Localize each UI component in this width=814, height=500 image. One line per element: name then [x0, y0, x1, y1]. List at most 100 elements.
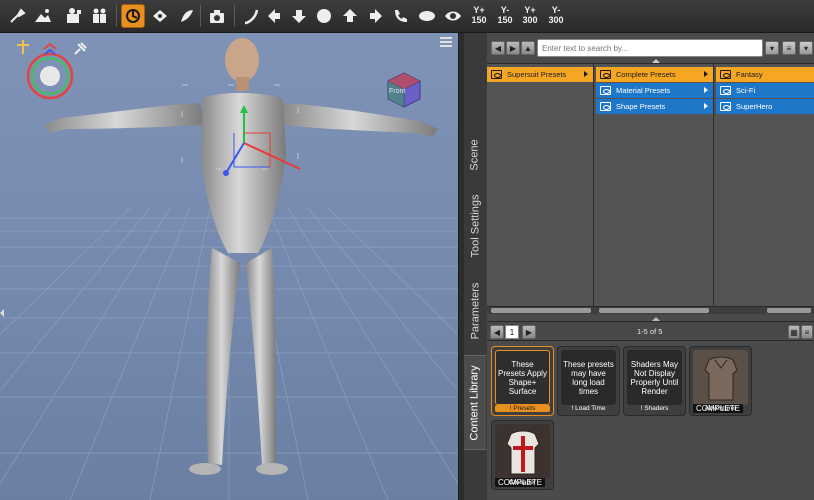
folder-icon [600, 86, 611, 95]
arrow-down-icon[interactable] [287, 4, 311, 28]
options-button[interactable]: ▾ [799, 41, 813, 55]
surface-selection-icon[interactable] [62, 4, 86, 28]
content-pane: Scene Tool Settings Parameters Content L… [464, 33, 814, 500]
joint-editor-icon[interactable] [148, 4, 172, 28]
category-item-label: Material Presets [616, 86, 671, 95]
search-input[interactable] [537, 39, 763, 57]
category-item[interactable]: Fantasy [716, 67, 814, 82]
tab-tool-settings[interactable]: Tool Settings [464, 191, 486, 261]
list-view-icon[interactable]: ≡ [801, 325, 813, 339]
viewport-menu-icon[interactable] [440, 37, 452, 47]
y-plus-150-button[interactable]: Y+ 150 [467, 5, 491, 25]
search-bar: ◀ ▶ ▲ ▾ ≡ ▾ [487, 39, 814, 59]
crusader-preview [495, 424, 550, 479]
arrow-left-icon[interactable] [262, 4, 286, 28]
thumbnail-item[interactable]: These Presets Apply Shape+ Surface ! Pre… [491, 346, 554, 416]
figure-group-icon[interactable] [87, 4, 111, 28]
category-item-label: Sci-Fi [736, 86, 756, 95]
thumbnail-text: These Presets Apply Shape+ Surface [495, 350, 550, 405]
back-button[interactable]: ◀ [491, 41, 505, 55]
category-item[interactable]: Sci-Fi [716, 83, 814, 98]
browser-scrollbar[interactable] [487, 306, 814, 314]
thumbnail-grid: These Presets Apply Shape+ Surface ! Pre… [487, 342, 814, 500]
ellipse-icon[interactable] [415, 4, 439, 28]
tab-parameters-label: Parameters [469, 282, 482, 340]
y-minus-150-label: Y- 150 [497, 5, 513, 25]
category-column-2: Complete Presets Material Presets Shape … [596, 64, 714, 306]
category-item-label: Fantasy [736, 70, 763, 79]
thumbnail-text: Shaders May Not Display Properly Until R… [627, 350, 682, 405]
y-minus-300-button[interactable]: Y- 300 [544, 5, 568, 25]
chevron-right-icon [704, 71, 708, 77]
arrow-up-icon[interactable] [338, 4, 362, 28]
thumbnail-size-icon[interactable]: ▦ [788, 325, 800, 339]
chevron-right-icon [704, 103, 708, 109]
page-number[interactable]: 1 [505, 325, 519, 339]
transform-icon[interactable] [14, 38, 32, 56]
arrow-right-icon[interactable] [364, 4, 388, 28]
search-dropdown-button[interactable]: ▾ [765, 41, 779, 55]
category-item[interactable]: Complete Presets [596, 67, 713, 82]
active-pose-icon[interactable] [121, 4, 145, 28]
thumbnail-label: Crusader [509, 479, 536, 486]
tab-scene-label: Scene [469, 139, 482, 171]
view-mode-button[interactable]: ≡ [782, 41, 796, 55]
circle-icon[interactable] [312, 4, 336, 28]
category-column-1: Supersuit Presets [487, 64, 594, 306]
folder-icon [600, 70, 611, 79]
pin-icon[interactable] [71, 40, 89, 58]
category-column-3: Fantasy Sci-Fi SuperHero [716, 64, 814, 306]
thumbnail-item[interactable]: COMPLETE Adventurer [689, 346, 752, 416]
up-button[interactable]: ▲ [521, 41, 535, 55]
category-item-label: Supersuit Presets [507, 70, 567, 79]
curve-icon[interactable] [239, 4, 263, 28]
universal-tool-icon[interactable] [6, 4, 30, 28]
render-camera-icon[interactable] [205, 4, 229, 28]
category-item[interactable]: Material Presets [596, 83, 713, 98]
chevron-right-icon [584, 71, 588, 77]
thumbnail-label: ! Shaders [640, 405, 669, 412]
thumbnail-item[interactable]: COMPLETE Crusader [491, 420, 554, 490]
folder-icon [491, 70, 502, 79]
y-plus-150-label: Y+ 150 [471, 5, 487, 25]
y-minus-150-button[interactable]: Y- 150 [493, 5, 517, 25]
pager-bar: ◀ 1 ▶ 1-5 of 5 ▦ ≡ [487, 317, 814, 341]
content-library-panel: ◀ ▶ ▲ ▾ ≡ ▾ Supersuit Presets [487, 33, 814, 500]
chevron-right-icon [704, 87, 708, 93]
panel-collapse-handle[interactable] [0, 309, 4, 317]
tab-tool-settings-label: Tool Settings [469, 194, 482, 258]
adventurer-preview [693, 350, 748, 405]
thumbnail-item[interactable]: These presets may have long load times !… [557, 346, 620, 416]
view-cube-label: Front [389, 88, 406, 95]
thumbnail-label: ! Presets [495, 405, 550, 412]
category-item-label: SuperHero [736, 102, 773, 111]
prev-page-button[interactable]: ◀ [490, 325, 504, 339]
tab-scene[interactable]: Scene [464, 123, 486, 187]
eye-icon[interactable] [441, 4, 465, 28]
pager-resize-handle[interactable] [652, 317, 660, 321]
folder-icon [600, 102, 611, 111]
tab-content-library-label: Content Library [469, 364, 481, 441]
scrollbar-thumb[interactable] [767, 308, 811, 313]
scene-lighting-icon[interactable] [31, 4, 55, 28]
morph-brush-icon[interactable] [175, 4, 199, 28]
category-item[interactable]: Shape Presets [596, 99, 713, 114]
tab-parameters[interactable]: Parameters [464, 271, 486, 351]
y-minus-300-label: Y- 300 [548, 5, 564, 25]
tab-content-library[interactable]: Content Library [464, 355, 486, 450]
thumbnail-item[interactable]: Shaders May Not Display Properly Until R… [623, 346, 686, 416]
3d-viewport[interactable]: Front [0, 33, 458, 500]
category-item-label: Complete Presets [616, 70, 676, 79]
thumbnail-text: These presets may have long load times [561, 350, 616, 405]
daz-studio-window: Y+ 150 Y- 150 Y+ 300 Y- 300 Front Scene … [0, 0, 814, 500]
forward-button[interactable]: ▶ [506, 41, 520, 55]
next-page-button[interactable]: ▶ [522, 325, 536, 339]
thumbnail-label: Adventurer [704, 405, 737, 412]
scrollbar-thumb[interactable] [599, 308, 709, 313]
y-plus-300-button[interactable]: Y+ 300 [518, 5, 542, 25]
scrollbar-thumb[interactable] [491, 308, 591, 313]
phone-icon[interactable] [389, 4, 413, 28]
thumbnail-label: ! Load Time [571, 405, 606, 412]
category-item[interactable]: SuperHero [716, 99, 814, 114]
category-item[interactable]: Supersuit Presets [487, 67, 593, 82]
